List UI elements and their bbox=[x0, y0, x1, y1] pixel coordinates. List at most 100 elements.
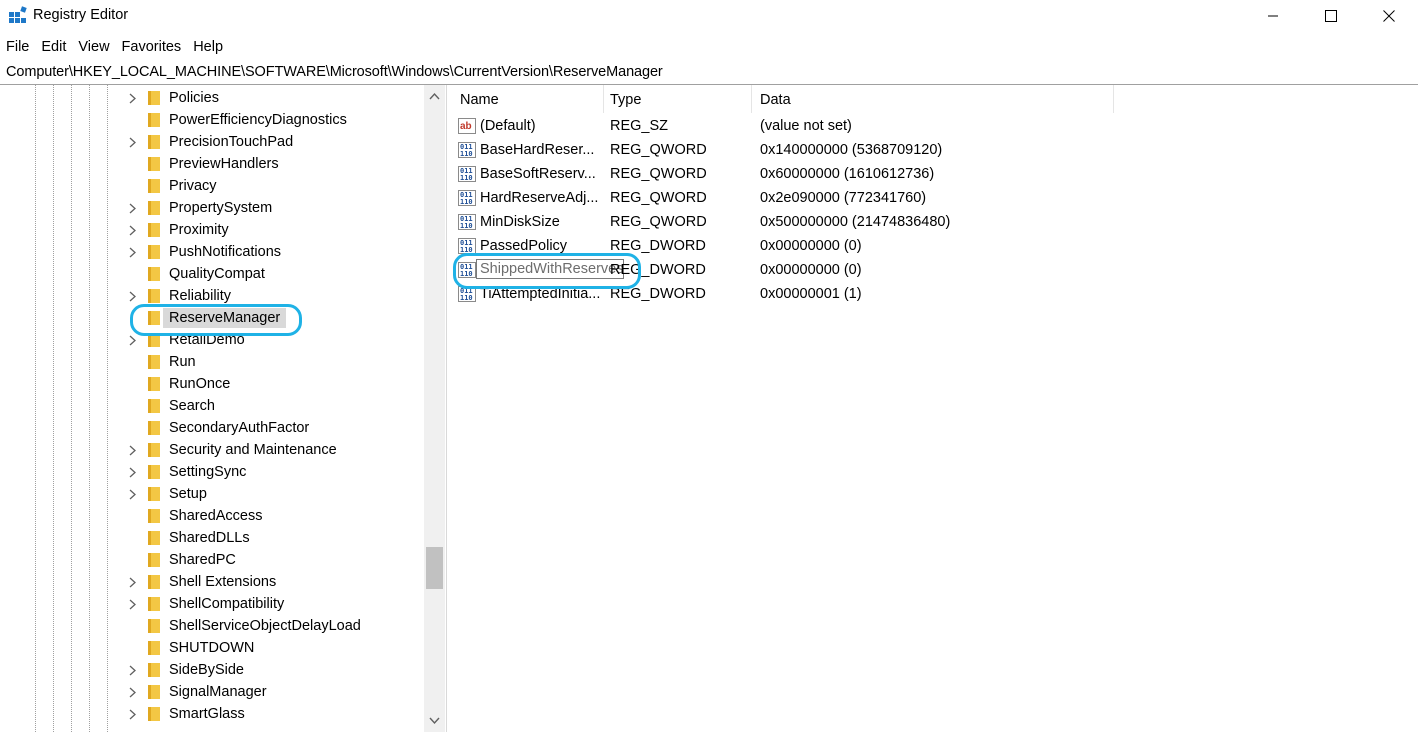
address-path[interactable]: Computer\HKEY_LOCAL_MACHINE\SOFTWARE\Mic… bbox=[6, 64, 663, 80]
value-data: 0x2e090000 (772341760) bbox=[760, 190, 927, 206]
scroll-up-button[interactable] bbox=[424, 85, 445, 107]
tree-item[interactable]: Setup bbox=[0, 483, 424, 505]
chevron-right-icon[interactable] bbox=[127, 225, 138, 236]
value-row[interactable]: 011 110 BaseSoftReserv... REG_QWORD 0x600000… bbox=[452, 162, 1418, 186]
column-header-data[interactable]: Data bbox=[752, 85, 1114, 113]
tree-item[interactable]: Run bbox=[0, 351, 424, 373]
tree-item[interactable]: RetailDemo bbox=[0, 329, 424, 351]
folder-icon bbox=[148, 377, 160, 391]
tree-item[interactable]: Privacy bbox=[0, 175, 424, 197]
chevron-right-icon[interactable] bbox=[127, 709, 138, 720]
menu-file[interactable]: File bbox=[0, 36, 35, 58]
close-button[interactable] bbox=[1360, 0, 1418, 32]
tree-item-label: Run bbox=[169, 354, 196, 370]
scroll-down-button[interactable] bbox=[424, 710, 445, 732]
chevron-right-icon[interactable] bbox=[127, 599, 138, 610]
folder-icon bbox=[148, 487, 160, 501]
folder-icon bbox=[148, 157, 160, 171]
title-bar: Registry Editor bbox=[0, 0, 1418, 32]
tree-item[interactable]: PushNotifications bbox=[0, 241, 424, 263]
chevron-right-icon[interactable] bbox=[127, 665, 138, 676]
menu-bar: File Edit View Favorites Help bbox=[0, 36, 229, 58]
chevron-right-icon[interactable] bbox=[127, 137, 138, 148]
minimize-button[interactable] bbox=[1244, 0, 1302, 32]
tree-item[interactable]: SignalManager bbox=[0, 681, 424, 703]
chevron-right-icon[interactable] bbox=[127, 577, 138, 588]
folder-icon bbox=[148, 421, 160, 435]
tree-item[interactable]: Reliability bbox=[0, 285, 424, 307]
value-row[interactable]: 011 110 BaseHardReser... REG_QWORD 0x1400000… bbox=[452, 138, 1418, 162]
chevron-right-icon[interactable] bbox=[127, 489, 138, 500]
value-name: BaseHardReser... bbox=[480, 142, 595, 158]
tree-item[interactable]: ShellCompatibility bbox=[0, 593, 424, 615]
value-row[interactable]: 011 110 ShippedWithReserves REG_DWORD 0x0000… bbox=[452, 258, 1418, 282]
tree-item[interactable]: SideBySide bbox=[0, 659, 424, 681]
chevron-right-icon[interactable] bbox=[127, 445, 138, 456]
tree-item[interactable]: PropertySystem bbox=[0, 197, 424, 219]
values-list[interactable]: Name Type Data ab (Default) REG_SZ (value n… bbox=[452, 85, 1418, 732]
tree-item[interactable]: QualityCompat bbox=[0, 263, 424, 285]
tree-item[interactable]: Policies bbox=[0, 87, 424, 109]
tree-item[interactable]: SHUTDOWN bbox=[0, 637, 424, 659]
key-tree[interactable]: Policies PowerEfficiencyDiagnostics Precis… bbox=[0, 85, 446, 732]
chevron-right-icon[interactable] bbox=[127, 247, 138, 258]
address-bar[interactable]: Computer\HKEY_LOCAL_MACHINE\SOFTWARE\Mic… bbox=[0, 61, 1418, 85]
registry-editor-icon bbox=[9, 6, 27, 23]
tree-item[interactable]: SharedDLLs bbox=[0, 527, 424, 549]
value-row[interactable]: 011 110 PassedPolicy REG_DWORD 0x00000000 (0… bbox=[452, 234, 1418, 258]
tree-item-label: ShellCompatibility bbox=[169, 596, 285, 612]
value-data: 0x60000000 (1610612736) bbox=[760, 166, 935, 182]
folder-icon bbox=[148, 113, 160, 127]
chevron-right-icon[interactable] bbox=[127, 291, 138, 302]
tree-item[interactable]: SharedPC bbox=[0, 549, 424, 571]
tree-item[interactable]: Shell Extensions bbox=[0, 571, 424, 593]
tree-item[interactable]: PowerEfficiencyDiagnostics bbox=[0, 109, 424, 131]
menu-favorites[interactable]: Favorites bbox=[116, 36, 188, 58]
tree-item[interactable]: RunOnce bbox=[0, 373, 424, 395]
chevron-right-icon[interactable] bbox=[127, 203, 138, 214]
folder-icon bbox=[148, 531, 160, 545]
menu-edit[interactable]: Edit bbox=[35, 36, 72, 58]
tree-item[interactable]: SmartGlass bbox=[0, 703, 424, 725]
value-type: REG_QWORD bbox=[610, 166, 707, 182]
tree-item-label: RunOnce bbox=[169, 376, 231, 392]
binary-value-icon: 011110 bbox=[458, 190, 476, 206]
chevron-right-icon[interactable] bbox=[127, 467, 138, 478]
tree-item-label: PushNotifications bbox=[169, 244, 282, 260]
tree-item[interactable]: SecondaryAuthFactor bbox=[0, 417, 424, 439]
rename-input[interactable]: ShippedWithReserves bbox=[476, 259, 624, 279]
tree-item[interactable]: ShellServiceObjectDelayLoad bbox=[0, 615, 424, 637]
menu-help[interactable]: Help bbox=[187, 36, 229, 58]
chevron-right-icon[interactable] bbox=[127, 687, 138, 698]
value-data: (value not set) bbox=[760, 118, 852, 134]
value-row[interactable]: ab (Default) REG_SZ (value not set) bbox=[452, 114, 1418, 138]
tree-item[interactable]: ReserveManager bbox=[0, 307, 424, 329]
value-type: REG_SZ bbox=[610, 118, 669, 134]
value-name: PassedPolicy bbox=[480, 238, 568, 254]
tree-item[interactable]: Proximity bbox=[0, 219, 424, 241]
chevron-right-icon[interactable] bbox=[127, 93, 138, 104]
menu-view[interactable]: View bbox=[72, 36, 115, 58]
tree-item-label: SecondaryAuthFactor bbox=[169, 420, 310, 436]
tree-scrollbar[interactable] bbox=[424, 85, 445, 732]
scroll-thumb[interactable] bbox=[426, 547, 443, 589]
tree-item[interactable]: PrecisionTouchPad bbox=[0, 131, 424, 153]
tree-item-label: RetailDemo bbox=[169, 332, 245, 348]
tree-item[interactable]: Security and Maintenance bbox=[0, 439, 424, 461]
value-row[interactable]: 011 110 MinDiskSize REG_QWORD 0x500000000 (2… bbox=[452, 210, 1418, 234]
column-header-name[interactable]: Name bbox=[452, 85, 604, 113]
tree-item[interactable]: Search bbox=[0, 395, 424, 417]
tree-item[interactable]: SharedAccess bbox=[0, 505, 424, 527]
folder-icon bbox=[148, 597, 160, 611]
tree-item[interactable]: PreviewHandlers bbox=[0, 153, 424, 175]
chevron-right-icon[interactable] bbox=[127, 335, 138, 346]
column-header-type[interactable]: Type bbox=[602, 85, 752, 113]
value-type: REG_DWORD bbox=[610, 262, 706, 278]
binary-value-icon: 011110 bbox=[458, 166, 476, 182]
value-data: 0x500000000 (21474836480) bbox=[760, 214, 951, 230]
maximize-button[interactable] bbox=[1302, 0, 1360, 32]
value-row[interactable]: 011 110 HardReserveAdj... REG_QWORD 0x2e0900… bbox=[452, 186, 1418, 210]
tree-item-label: Security and Maintenance bbox=[169, 442, 337, 458]
tree-item[interactable]: SettingSync bbox=[0, 461, 424, 483]
value-row[interactable]: 011 110 TiAttemptedInitia... REG_DWORD 0x000… bbox=[452, 282, 1418, 306]
